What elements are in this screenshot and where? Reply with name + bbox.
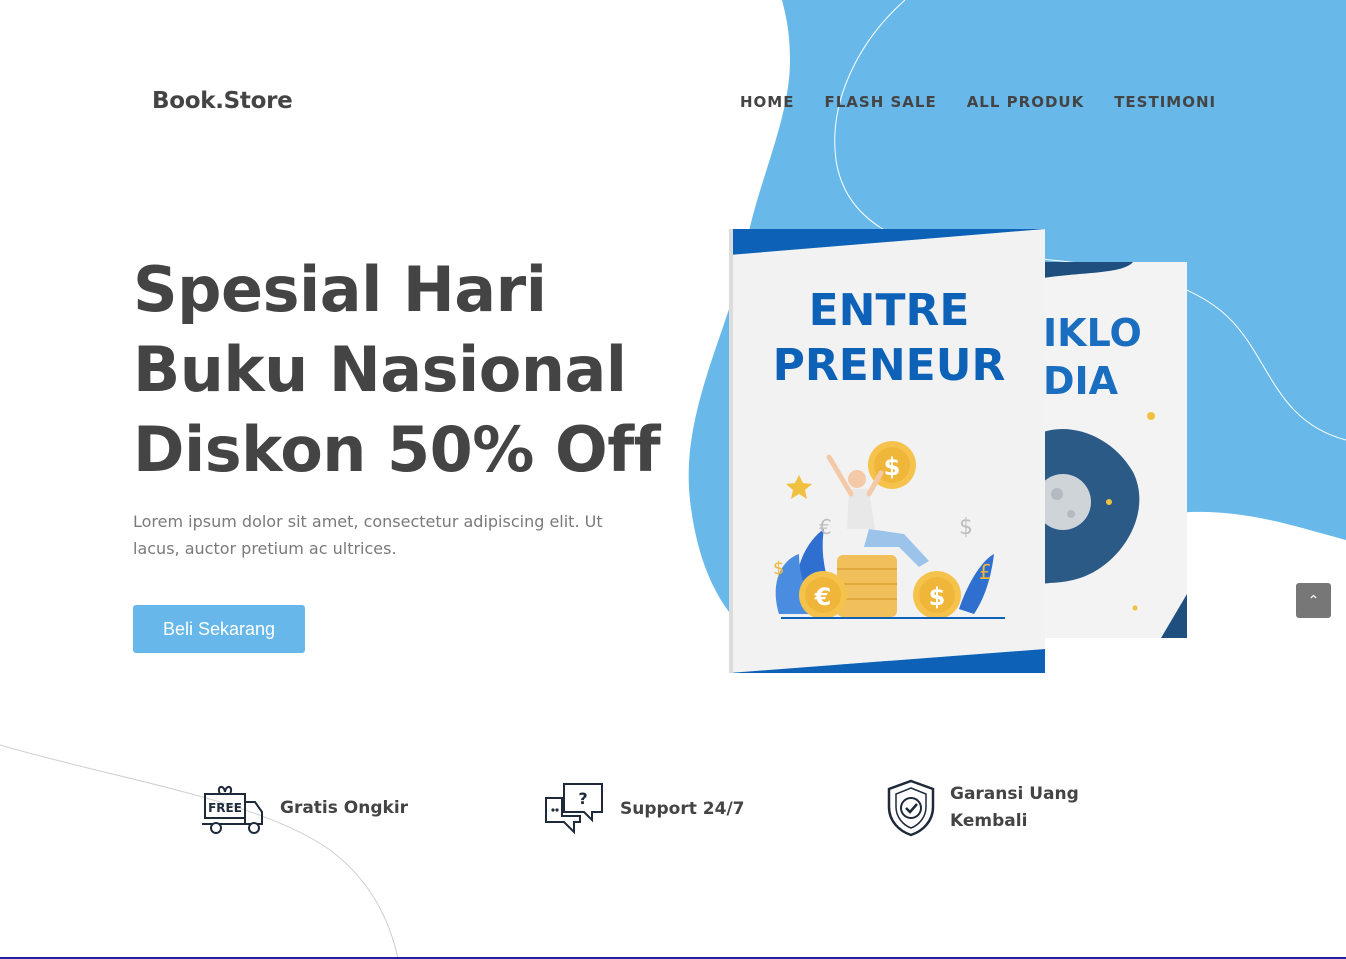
svg-text:£: £ [979,560,992,584]
book-front-title-line1: ENTRE [809,285,970,336]
feature-label: Gratis Ongkir [280,797,409,818]
svg-text:$: $ [959,515,973,540]
feature-money-back: Garansi Uang Kembali [886,779,1079,837]
feature-label-line: Garansi Uang [950,784,1079,804]
nav-item-all-produk[interactable]: ALL PRODUK [967,93,1085,111]
book-cover-ensiklopedia: IKLO DIA [1043,262,1187,638]
svg-text:$: $ [773,558,784,579]
nav-item-flash-sale[interactable]: FLASH SALE [824,93,936,111]
hero-title-line: Buku Nasional [133,333,627,406]
feature-label: Support 24/7 [620,798,745,819]
svg-text:$: $ [929,583,946,611]
hero-title-line: Spesial Hari [133,253,547,326]
free-delivery-truck-icon: FREE [202,786,263,834]
shield-check-icon [887,779,935,837]
svg-text:€: € [819,515,832,539]
svg-text:$: $ [884,453,901,481]
feature-label: Garansi Uang Kembali [950,781,1079,835]
chevron-up-icon: ⌃ [1307,592,1320,609]
book-back-title-line1: IKLO [1043,311,1142,355]
hero-title-line: Diskon 50% Off [133,413,661,486]
feature-support: ? Support 24/7 [544,782,745,836]
hero-description: Lorem ipsum dolor sit amet, consectetur … [133,512,603,558]
feature-free-shipping: FREE Gratis Ongkir [200,780,408,836]
free-badge-text: FREE [208,801,242,815]
brand-logo[interactable]: Book.Store [152,88,293,114]
support-chat-icon: ? [545,783,603,835]
book-back-title-line2: DIA [1043,359,1119,403]
feature-label-line: Kembali [950,811,1028,831]
svg-text:?: ? [578,789,587,808]
book-front-title-line2: PRENEUR [773,340,1006,391]
buy-now-button[interactable]: Beli Sekarang [133,605,305,653]
scroll-to-top-button[interactable]: ⌃ [1296,583,1331,618]
book-cover-entrepreneur: ENTRE PRENEUR € $ $ $ € £ $ [729,229,1045,673]
main-nav: HOME FLASH SALE ALL PRODUK TESTIMONI [740,93,1216,111]
nav-item-home[interactable]: HOME [740,93,794,111]
hero-title: Spesial Hari Buku Nasional Diskon 50% Of… [133,250,661,490]
nav-item-testimoni[interactable]: TESTIMONI [1114,93,1216,111]
svg-text:€: € [814,583,832,611]
